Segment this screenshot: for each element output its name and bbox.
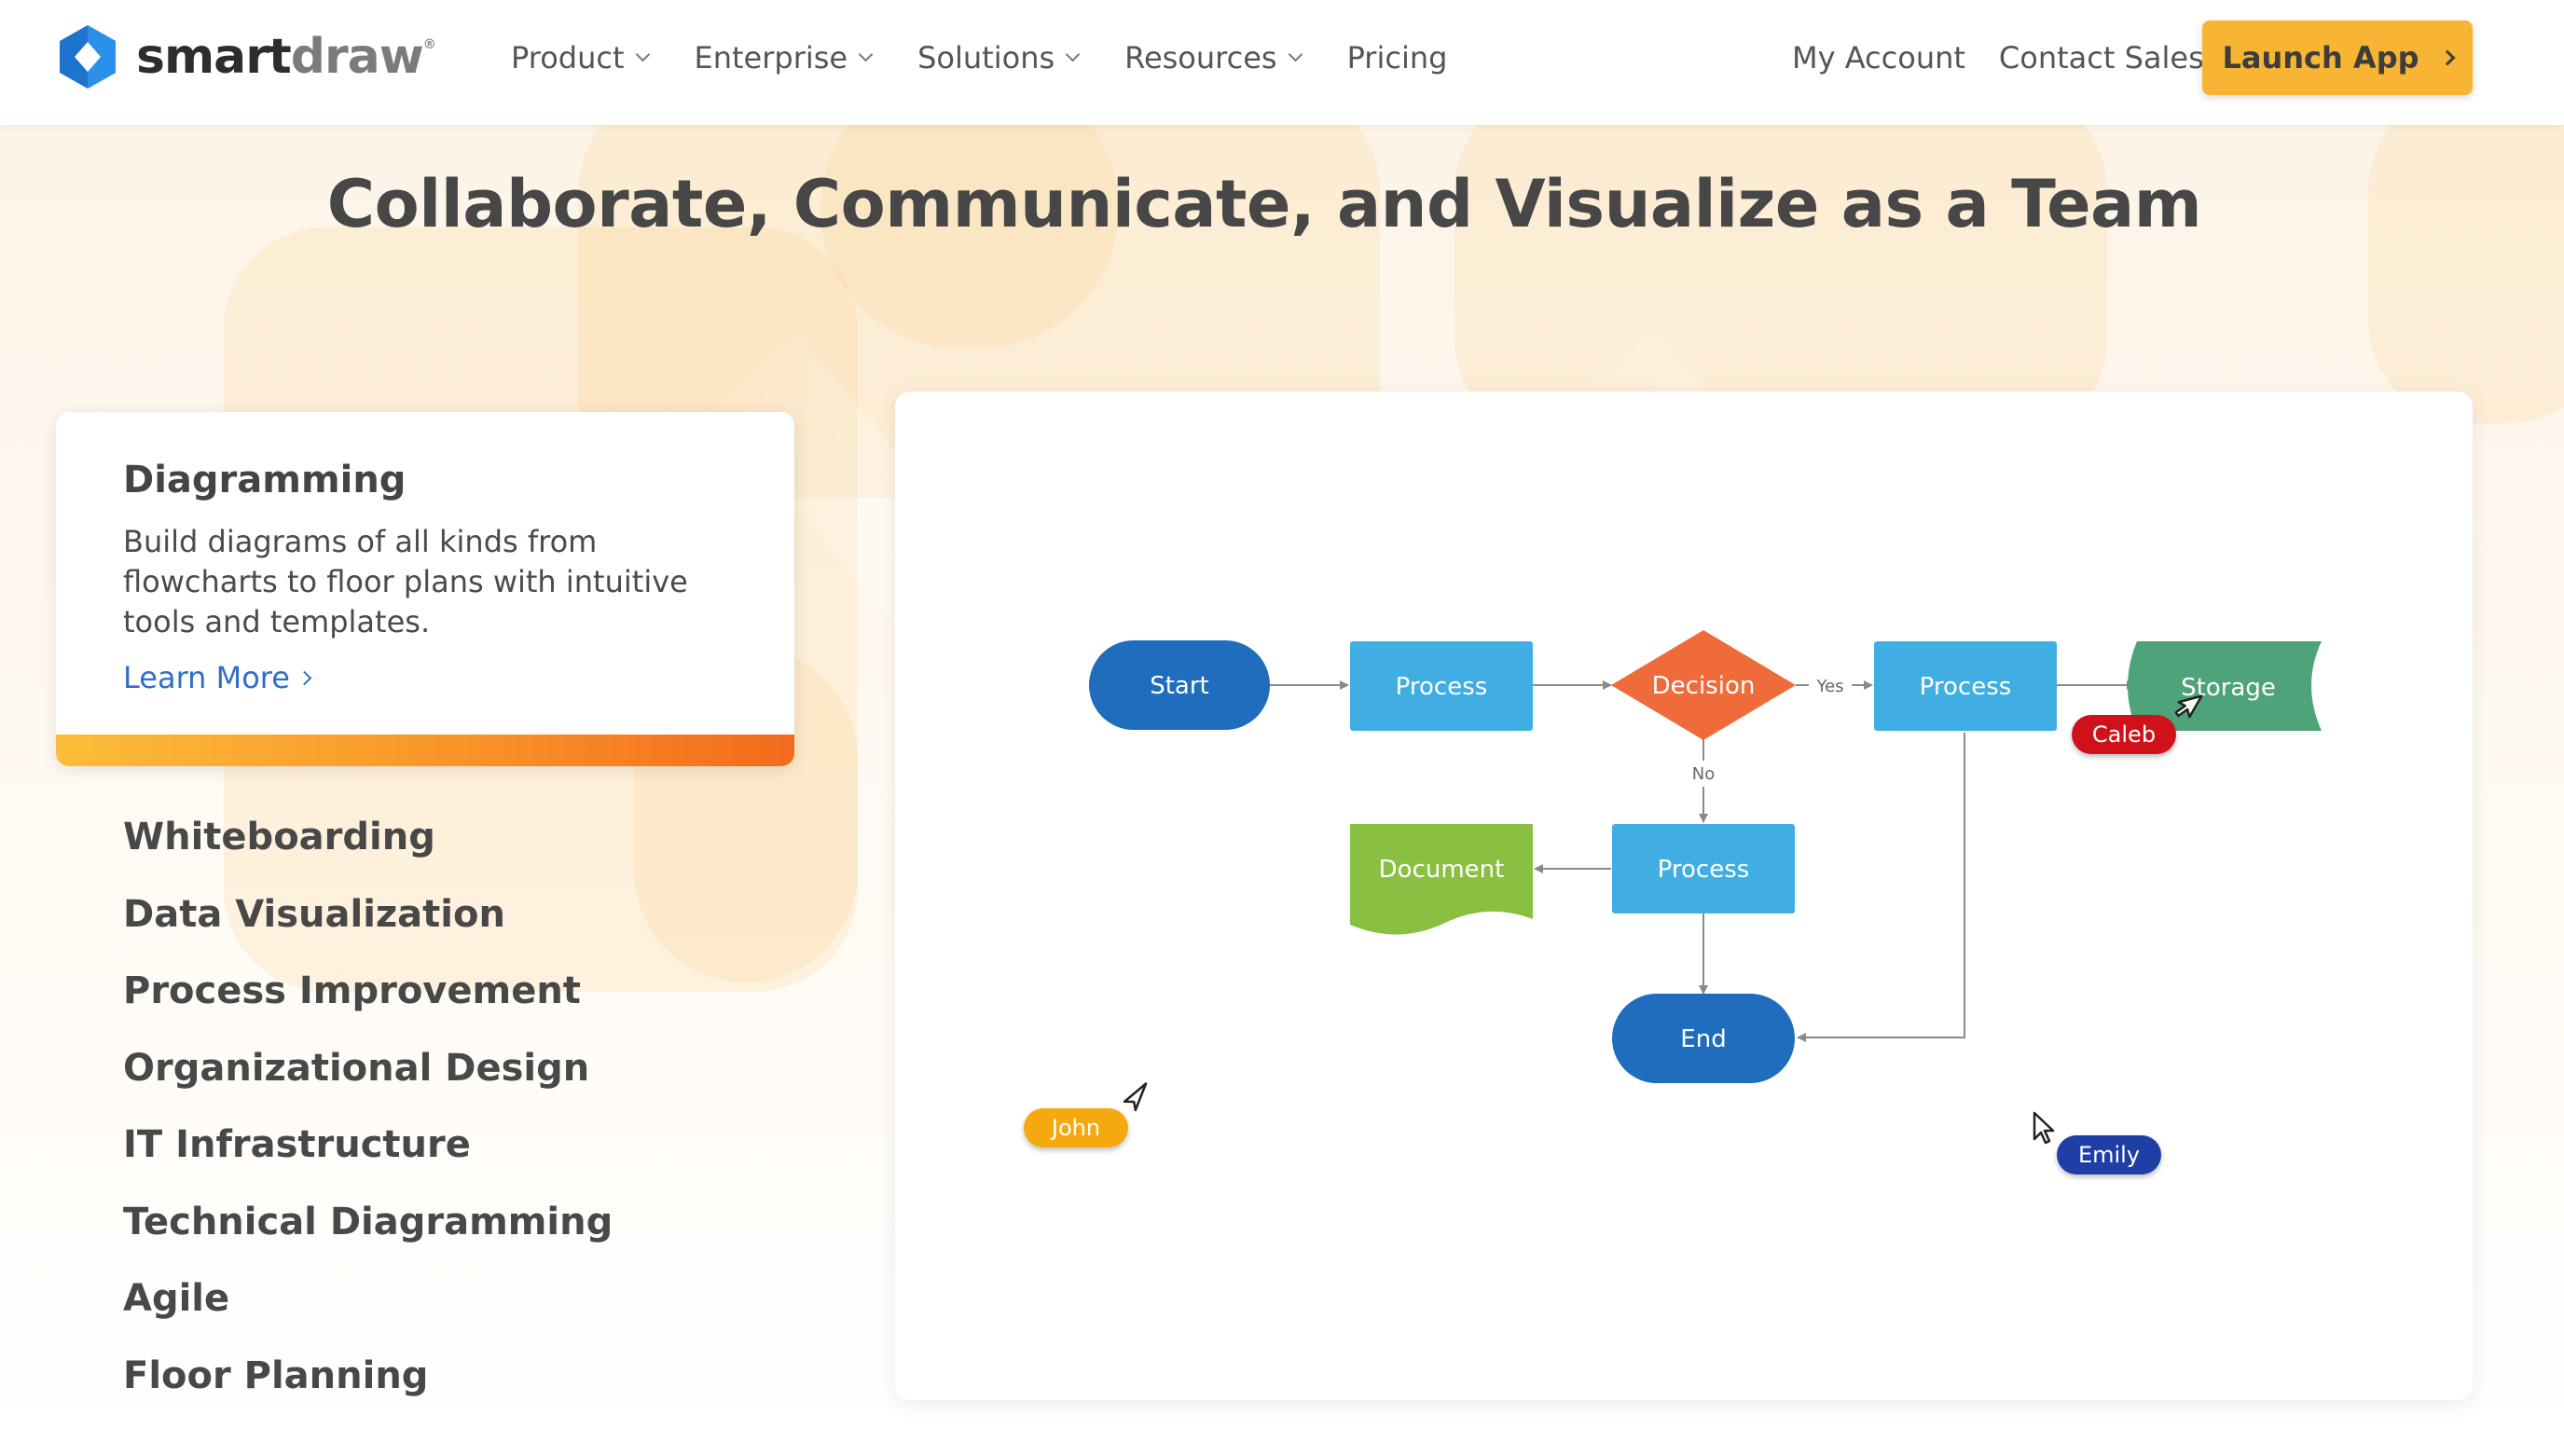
collaborator-tag-caleb: Caleb bbox=[2072, 715, 2176, 754]
mouse-pointer-icon bbox=[1123, 1082, 1148, 1112]
node-process-3-label: Process bbox=[1658, 856, 1750, 884]
feature-item-whiteboarding[interactable]: Whiteboarding bbox=[123, 813, 613, 890]
mouse-pointer-icon bbox=[2174, 694, 2203, 719]
feature-card-active[interactable]: Diagramming Build diagrams of all kinds … bbox=[56, 412, 794, 766]
node-decision-label: Decision bbox=[1652, 672, 1756, 700]
diagram-preview-panel: Yes No Start Process Decision Process St… bbox=[895, 391, 2473, 1400]
node-process-2-label: Process bbox=[1920, 673, 2012, 701]
node-document-label: Document bbox=[1379, 856, 1505, 884]
chevron-right-icon bbox=[2439, 49, 2455, 66]
edge-label-no: No bbox=[1692, 764, 1715, 784]
connector-process-end-loop bbox=[1797, 733, 1965, 1042]
contact-sales-link[interactable]: Contact Sales bbox=[1999, 37, 2204, 78]
feature-card-accent-bar bbox=[56, 735, 794, 766]
nav-product[interactable]: Product bbox=[511, 37, 650, 78]
feature-item-process-improvement[interactable]: Process Improvement bbox=[123, 967, 613, 1044]
node-process-2[interactable]: Process bbox=[1874, 641, 2057, 731]
node-start[interactable]: Start bbox=[1089, 640, 1270, 730]
smartdraw-logo[interactable]: smartdraw® bbox=[54, 22, 436, 91]
node-process-1-label: Process bbox=[1396, 673, 1488, 701]
chevron-right-icon bbox=[296, 670, 312, 685]
chevron-down-icon bbox=[1288, 47, 1303, 62]
account-nav: My Account Contact Sales bbox=[1792, 37, 2238, 78]
site-header: smartdraw® Product Enterprise Solutions … bbox=[0, 0, 2564, 125]
launch-app-button[interactable]: Launch App bbox=[2202, 21, 2473, 95]
edge-label-yes: Yes bbox=[1815, 677, 1843, 696]
chevron-down-icon bbox=[1065, 47, 1081, 62]
node-decision[interactable]: Decision bbox=[1611, 630, 1796, 740]
feature-card-title: Diagramming bbox=[123, 459, 407, 501]
smartdraw-logo-icon bbox=[54, 23, 121, 90]
chevron-down-icon bbox=[858, 47, 874, 62]
node-process-3[interactable]: Process bbox=[1612, 824, 1795, 913]
collaborator-tag-john: John bbox=[1024, 1108, 1128, 1147]
nav-resources[interactable]: Resources bbox=[1124, 37, 1303, 78]
learn-more-link[interactable]: Learn More bbox=[123, 660, 312, 695]
feature-item-technical-diagramming[interactable]: Technical Diagramming bbox=[123, 1198, 613, 1275]
flowchart-canvas: Yes No Start Process Decision Process St… bbox=[1089, 630, 2322, 1083]
node-start-label: Start bbox=[1150, 672, 1209, 700]
my-account-link[interactable]: My Account bbox=[1792, 37, 1965, 78]
launch-app-label: Launch App bbox=[2222, 40, 2419, 76]
collaborator-tag-emily: Emily bbox=[2057, 1135, 2161, 1174]
feature-list: Whiteboarding Data Visualization Process… bbox=[123, 813, 613, 1428]
nav-pricing[interactable]: Pricing bbox=[1347, 37, 1448, 78]
node-document[interactable]: Document bbox=[1350, 824, 1533, 935]
feature-item-data-visualization[interactable]: Data Visualization bbox=[123, 890, 613, 968]
mouse-pointer-icon bbox=[2033, 1111, 2055, 1145]
learn-more-label: Learn More bbox=[123, 660, 290, 695]
main-nav: Product Enterprise Solutions Resources P… bbox=[511, 37, 1494, 78]
feature-item-agile[interactable]: Agile bbox=[123, 1274, 613, 1352]
node-end-label: End bbox=[1680, 1025, 1726, 1053]
feature-item-it-infrastructure[interactable]: IT Infrastructure bbox=[123, 1120, 613, 1198]
chevron-down-icon bbox=[635, 47, 650, 62]
feature-card-description: Build diagrams of all kinds from flowcha… bbox=[123, 524, 688, 639]
page-title: Collaborate, Communicate, and Visualize … bbox=[326, 166, 2202, 242]
nav-solutions[interactable]: Solutions bbox=[917, 37, 1081, 78]
logo-wordmark: smartdraw® bbox=[136, 29, 436, 85]
feature-item-floor-planning[interactable]: Floor Planning bbox=[123, 1352, 613, 1429]
node-process-1[interactable]: Process bbox=[1350, 641, 1533, 731]
nav-enterprise[interactable]: Enterprise bbox=[695, 37, 874, 78]
feature-item-organizational-design[interactable]: Organizational Design bbox=[123, 1044, 613, 1121]
node-end[interactable]: End bbox=[1612, 994, 1795, 1083]
